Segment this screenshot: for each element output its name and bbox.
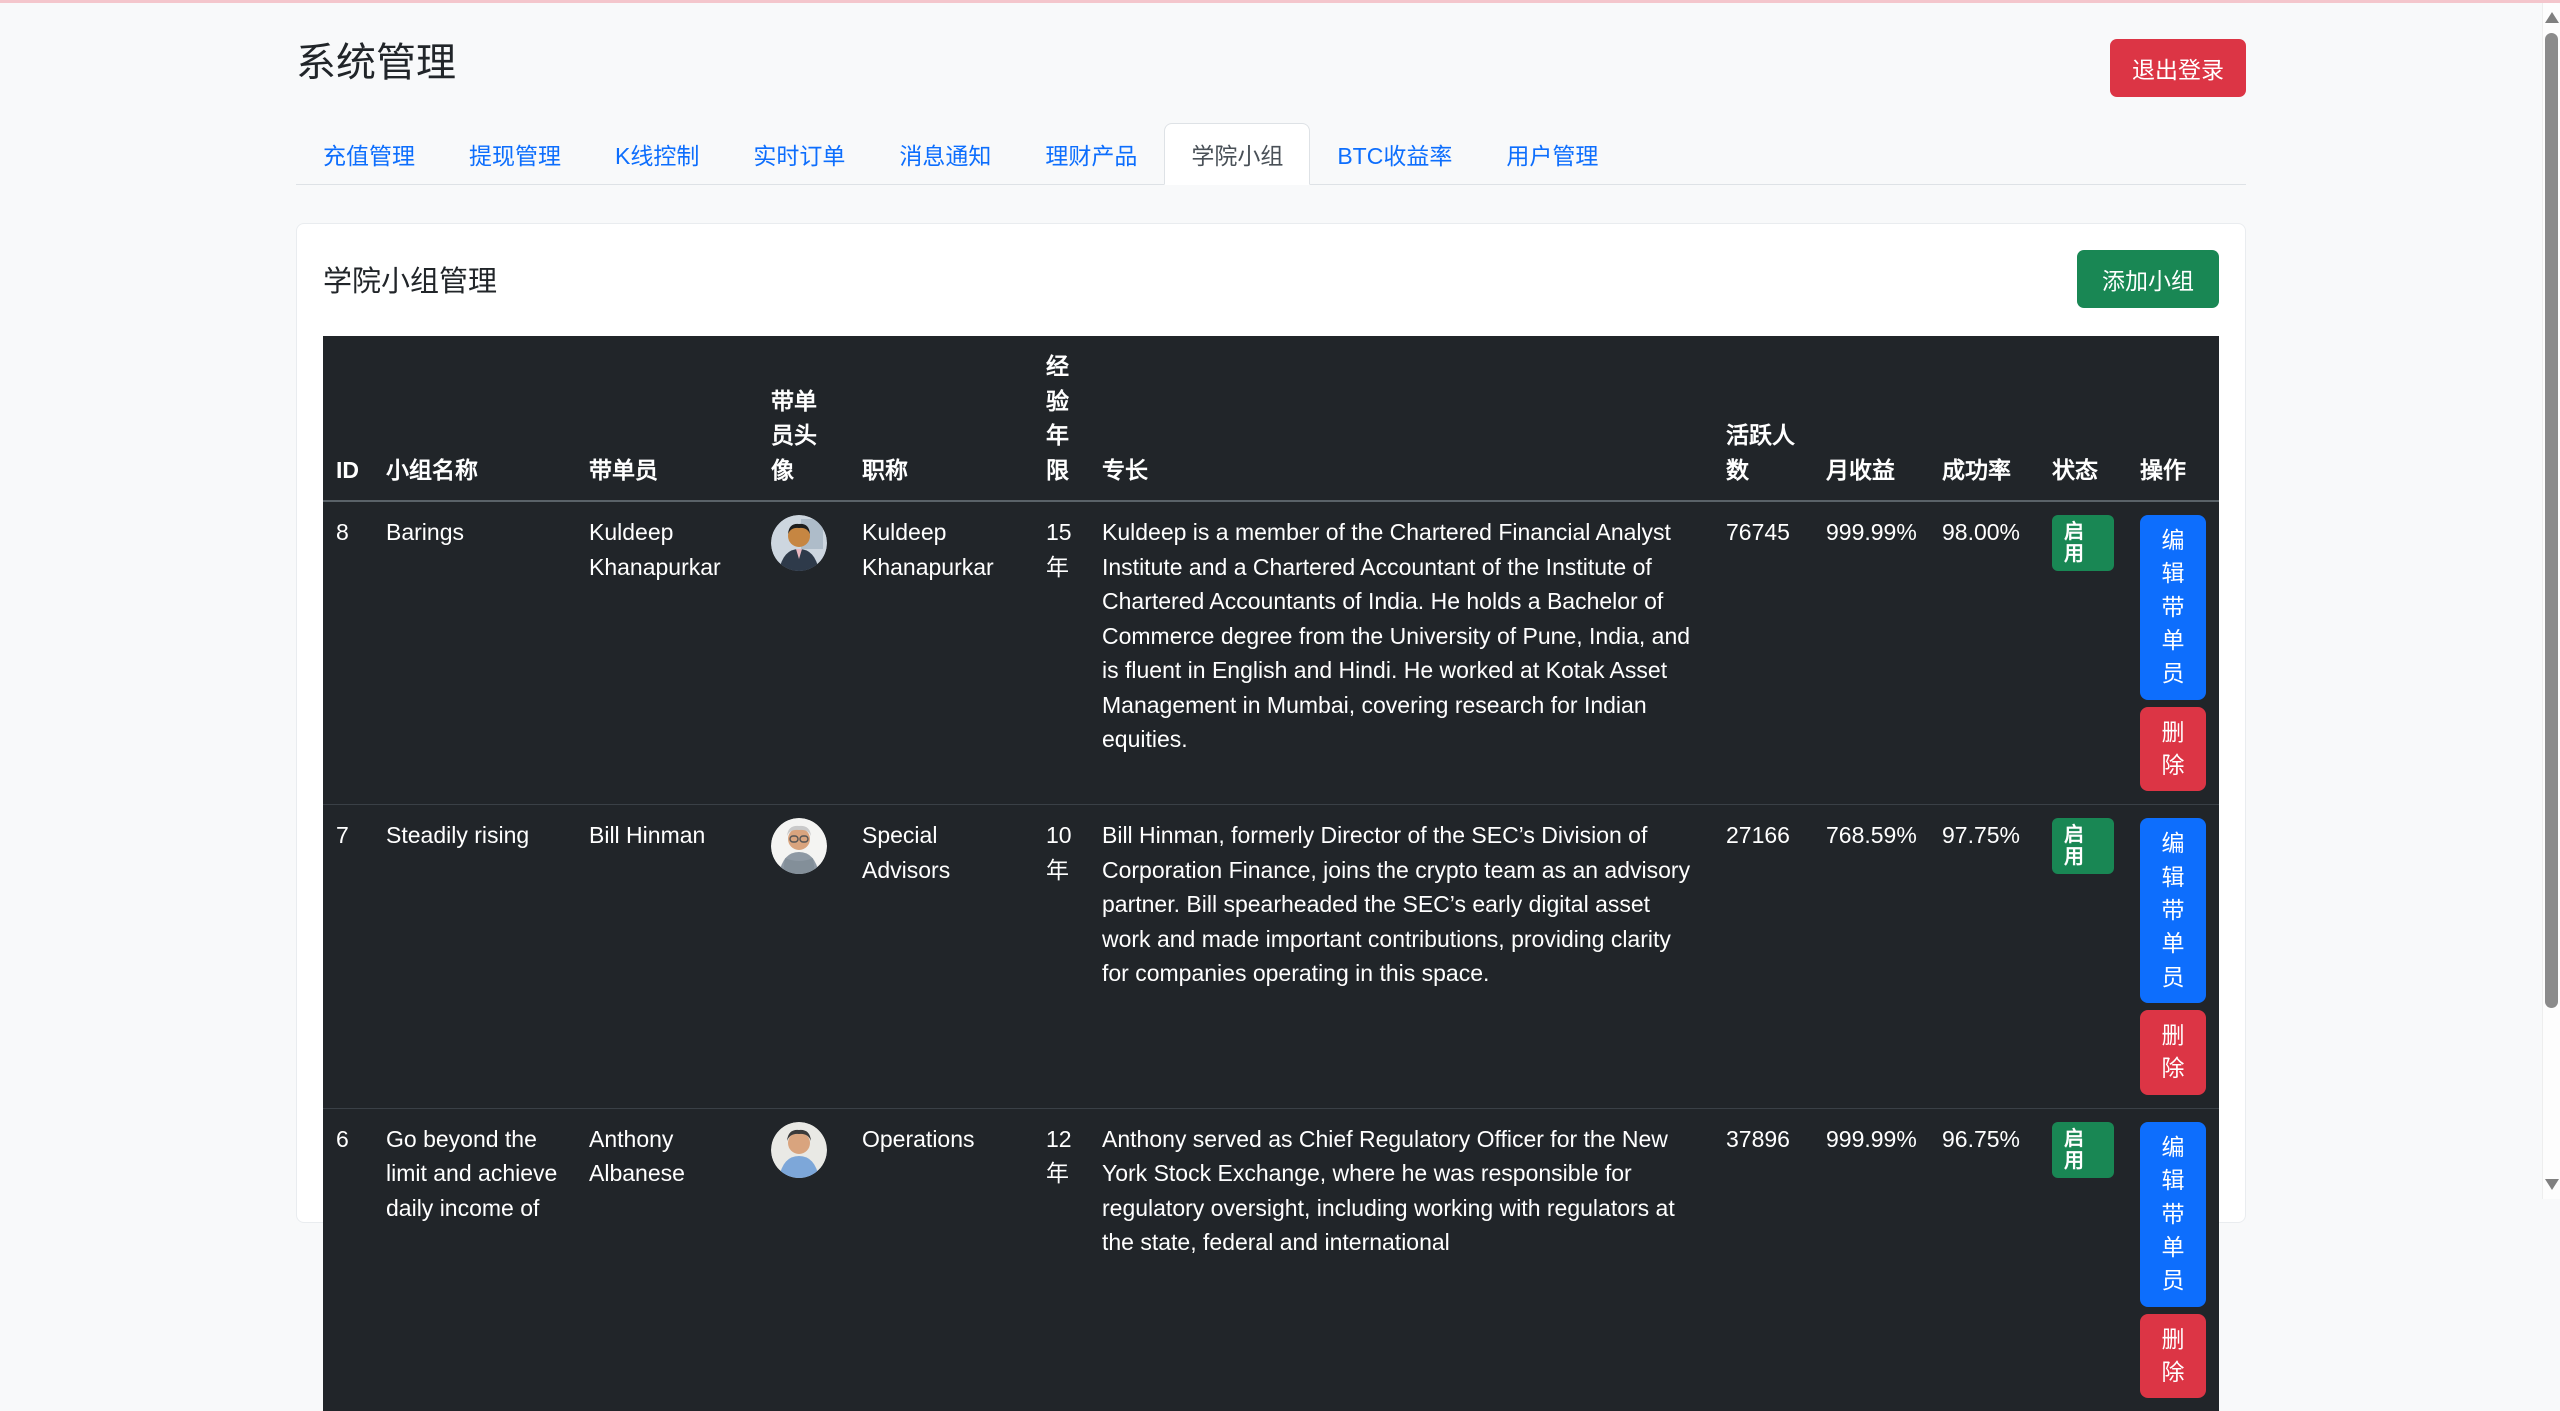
cell-specialty: Bill Hinman, formerly Director of the SE…: [1089, 805, 1713, 1108]
cell-id: 8: [323, 501, 373, 805]
cell-id: 7: [323, 805, 373, 1108]
trader-avatar: [771, 515, 827, 571]
panel-title: 学院小组管理: [323, 258, 497, 300]
cell-trader: Kuldeep Khanapurkar: [576, 501, 758, 805]
topbar: 系统管理 退出登录: [296, 3, 2246, 97]
vertical-scrollbar[interactable]: [2542, 3, 2560, 1199]
tab-message-notification[interactable]: 消息通知: [872, 123, 1018, 185]
cell-job-title: Operations: [849, 1108, 1033, 1411]
tab-bar: 充值管理 提现管理 K线控制 实时订单 消息通知 理财产品 学院小组 BTC收益…: [296, 123, 2246, 185]
scrollbar-up-arrow-icon[interactable]: [2545, 12, 2559, 23]
cell-id: 6: [323, 1108, 373, 1411]
logout-button[interactable]: 退出登录: [2110, 39, 2246, 97]
cell-group-name: Go beyond the limit and achieve daily in…: [373, 1108, 576, 1411]
header-trader-avatar: 带单员头像: [758, 336, 849, 501]
cell-specialty: Anthony served as Chief Regulatory Offic…: [1089, 1108, 1713, 1411]
header-success-rate: 成功率: [1929, 336, 2039, 501]
cell-experience: 10 年: [1033, 805, 1089, 1108]
cell-experience: 15 年: [1033, 501, 1089, 805]
cell-monthly-return: 768.59%: [1813, 805, 1929, 1108]
status-badge: 启用: [2052, 515, 2114, 571]
header-experience: 经验年限: [1033, 336, 1089, 501]
cell-active-users: 76745: [1713, 501, 1813, 805]
header-id: ID: [323, 336, 373, 501]
delete-button[interactable]: 删除: [2140, 707, 2206, 792]
tab-withdrawal-management[interactable]: 提现管理: [442, 123, 588, 185]
tab-kline-control[interactable]: K线控制: [588, 123, 726, 185]
table-header-row: ID 小组名称 带单员 带单员头像 职称 经验年限 专长 活跃人数 月收益 成功…: [323, 336, 2219, 501]
cell-job-title: Special Advisors: [849, 805, 1033, 1108]
delete-button[interactable]: 删除: [2140, 1010, 2206, 1095]
content-area: 系统管理 退出登录 充值管理 提现管理 K线控制 实时订单 消息通知 理财产品 …: [0, 3, 2542, 1223]
header-group-name: 小组名称: [373, 336, 576, 501]
cell-success-rate: 98.00%: [1929, 501, 2039, 805]
cell-active-users: 37896: [1713, 1108, 1813, 1411]
cell-success-rate: 96.75%: [1929, 1108, 2039, 1411]
table-row: 6 Go beyond the limit and achieve daily …: [323, 1108, 2219, 1411]
scrollbar-down-arrow-icon[interactable]: [2545, 1179, 2559, 1190]
tab-recharge-management[interactable]: 充值管理: [296, 123, 442, 185]
tab-user-management[interactable]: 用户管理: [1479, 123, 1625, 185]
header-status: 状态: [2039, 336, 2127, 501]
cell-active-users: 27166: [1713, 805, 1813, 1108]
trader-avatar: [771, 1122, 827, 1178]
scrollbar-thumb[interactable]: [2545, 33, 2558, 1008]
header-monthly-return: 月收益: [1813, 336, 1929, 501]
cell-group-name: Steadily rising: [373, 805, 576, 1108]
cell-monthly-return: 999.99%: [1813, 1108, 1929, 1411]
header-actions: 操作: [2127, 336, 2219, 501]
group-management-panel: 学院小组管理 添加小组 ID 小组名称 带单员 带单员头像 职称 经: [296, 223, 2246, 1223]
status-badge: 启用: [2052, 818, 2114, 874]
header-trader: 带单员: [576, 336, 758, 501]
edit-trader-button[interactable]: 编辑带单员: [2140, 818, 2206, 1003]
tab-wealth-products[interactable]: 理财产品: [1018, 123, 1164, 185]
tab-college-groups[interactable]: 学院小组: [1164, 123, 1310, 185]
trader-avatar: [771, 818, 827, 874]
tab-realtime-orders[interactable]: 实时订单: [726, 123, 872, 185]
delete-button[interactable]: 删除: [2140, 1314, 2206, 1399]
edit-trader-button[interactable]: 编辑带单员: [2140, 515, 2206, 700]
cell-monthly-return: 999.99%: [1813, 501, 1929, 805]
cell-specialty: Kuldeep is a member of the Chartered Fin…: [1089, 501, 1713, 805]
header-job-title: 职称: [849, 336, 1033, 501]
page-title: 系统管理: [296, 39, 456, 87]
table-row: 7 Steadily rising Bill Hinman: [323, 805, 2219, 1108]
cell-success-rate: 97.75%: [1929, 805, 2039, 1108]
header-active-users: 活跃人数: [1713, 336, 1813, 501]
edit-trader-button[interactable]: 编辑带单员: [2140, 1122, 2206, 1307]
tab-btc-yield[interactable]: BTC收益率: [1310, 123, 1479, 185]
add-group-button[interactable]: 添加小组: [2077, 250, 2219, 308]
groups-table: ID 小组名称 带单员 带单员头像 职称 经验年限 专长 活跃人数 月收益 成功…: [323, 336, 2219, 1411]
status-badge: 启用: [2052, 1122, 2114, 1178]
cell-group-name: Barings: [373, 501, 576, 805]
table-row: 8 Barings Kuldeep Khanapurkar: [323, 501, 2219, 805]
cell-job-title: Kuldeep Khanapurkar: [849, 501, 1033, 805]
header-specialty: 专长: [1089, 336, 1713, 501]
cell-trader: Bill Hinman: [576, 805, 758, 1108]
cell-trader: Anthony Albanese: [576, 1108, 758, 1411]
cell-experience: 12 年: [1033, 1108, 1089, 1411]
